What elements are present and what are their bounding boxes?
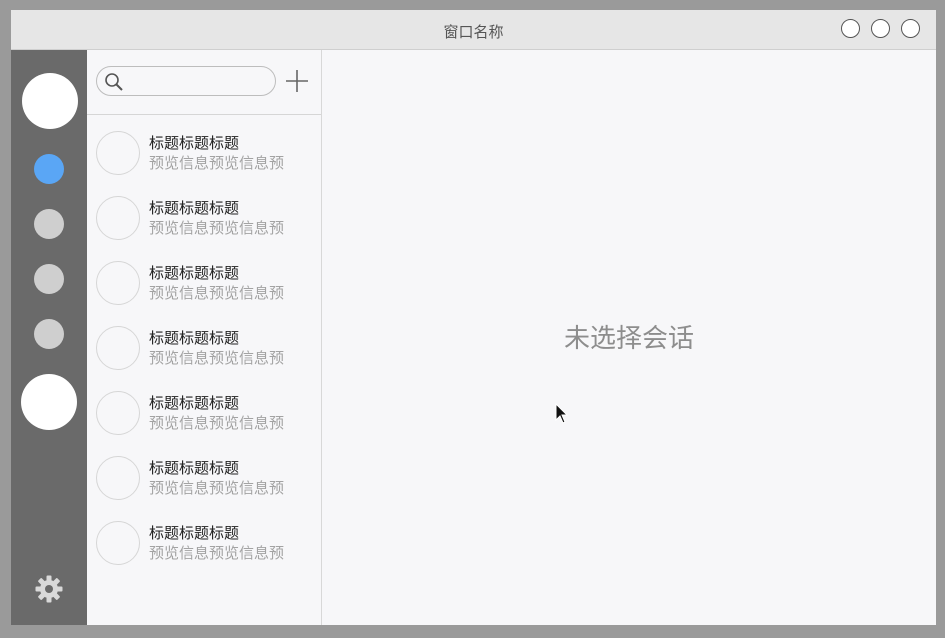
mouse-cursor-icon	[555, 403, 569, 424]
app-window: 窗口名称 标题标题标题 预览信息预览信息预 标题标题标题 预览信息预览信息预 标…	[11, 10, 936, 625]
search-bar	[87, 50, 321, 115]
conversation-avatar	[96, 391, 140, 435]
window-control-button-3[interactable]	[901, 19, 920, 38]
conversation-title: 标题标题标题	[149, 394, 240, 412]
conversation-preview: 预览信息预览信息预	[149, 219, 285, 237]
conversation-item[interactable]: 标题标题标题 预览信息预览信息预	[87, 382, 321, 447]
search-input[interactable]	[127, 71, 271, 93]
conversation-title: 标题标题标题	[149, 264, 240, 282]
title-bar: 窗口名称	[11, 10, 936, 50]
empty-state-text: 未选择会话	[563, 324, 694, 354]
conversation-title: 标题标题标题	[149, 524, 240, 542]
conversation-preview: 预览信息预览信息预	[149, 349, 285, 367]
conversation-title: 标题标题标题	[149, 134, 240, 152]
window-control-button-2[interactable]	[871, 19, 890, 38]
conversation-panel: 标题标题标题 预览信息预览信息预 标题标题标题 预览信息预览信息预 标题标题标题…	[87, 50, 322, 625]
window-title: 窗口名称	[443, 23, 504, 41]
conversation-preview: 预览信息预览信息预	[149, 284, 285, 302]
conversation-avatar	[96, 261, 140, 305]
conversation-title: 标题标题标题	[149, 329, 240, 347]
sidebar-item-2[interactable]	[34, 209, 64, 239]
conversation-title: 标题标题标题	[149, 199, 240, 217]
conversation-item[interactable]: 标题标题标题 预览信息预览信息预	[87, 512, 321, 577]
conversation-item[interactable]: 标题标题标题 预览信息预览信息预	[87, 187, 321, 252]
sidebar-item-3[interactable]	[34, 264, 64, 294]
conversation-preview: 预览信息预览信息预	[149, 544, 285, 562]
sidebar-item-chats[interactable]	[34, 154, 64, 184]
conversation-item[interactable]: 标题标题标题 预览信息预览信息预	[87, 317, 321, 382]
conversation-avatar	[96, 456, 140, 500]
conversation-avatar	[96, 131, 140, 175]
conversation-avatar	[96, 326, 140, 370]
gear-icon[interactable]	[34, 574, 64, 604]
plus-icon[interactable]	[284, 68, 310, 94]
conversation-preview: 预览信息预览信息预	[149, 154, 285, 172]
user-avatar[interactable]	[22, 73, 78, 129]
conversation-title: 标题标题标题	[149, 459, 240, 477]
main-chat-area: 未选择会话	[322, 50, 936, 625]
search-box[interactable]	[96, 66, 276, 96]
conversation-item[interactable]: 标题标题标题 预览信息预览信息预	[87, 252, 321, 317]
sidebar	[11, 50, 87, 625]
conversation-avatar	[96, 196, 140, 240]
search-icon	[105, 73, 123, 91]
conversation-item[interactable]: 标题标题标题 预览信息预览信息预	[87, 447, 321, 512]
conversation-avatar	[96, 521, 140, 565]
sidebar-item-4[interactable]	[34, 319, 64, 349]
sidebar-item-large[interactable]	[21, 374, 77, 430]
conversation-preview: 预览信息预览信息预	[149, 479, 285, 497]
window-control-button-1[interactable]	[841, 19, 860, 38]
conversation-preview: 预览信息预览信息预	[149, 414, 285, 432]
conversation-item[interactable]: 标题标题标题 预览信息预览信息预	[87, 122, 321, 187]
